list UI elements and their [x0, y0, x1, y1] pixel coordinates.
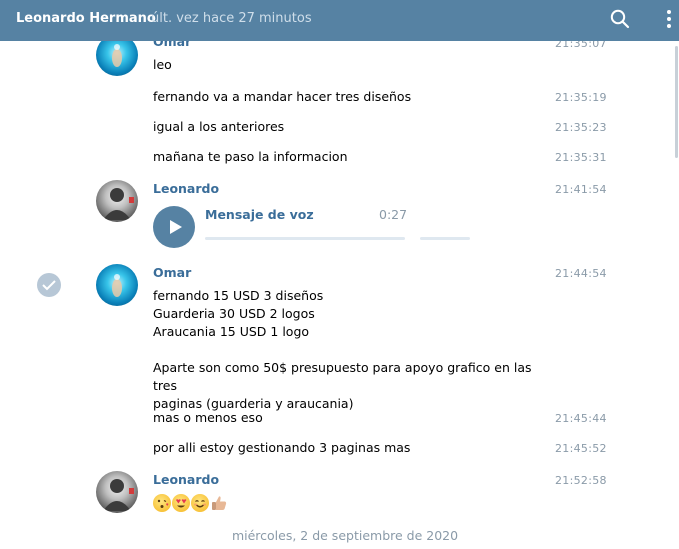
message-time: 21:35:23 [555, 121, 607, 134]
message-text: leo [153, 57, 172, 72]
leonardo-avatar[interactable] [96, 471, 138, 513]
sender-name[interactable]: Omar [153, 265, 191, 280]
message-time: 21:52:58 [555, 474, 607, 487]
emoji-message [153, 494, 228, 514]
message-time: 21:45:52 [555, 442, 607, 455]
message-text: por alli estoy gestionando 3 paginas mas [153, 440, 411, 455]
voice-message-title: Mensaje de voz [205, 207, 314, 222]
search-icon [610, 9, 630, 29]
sender-name[interactable]: Leonardo [153, 472, 219, 487]
omar-avatar[interactable] [96, 264, 138, 306]
message-time: 21:44:54 [555, 267, 607, 280]
select-message-checkbox[interactable] [37, 273, 61, 297]
voice-volume-track[interactable] [420, 237, 470, 240]
message-text: fernando 15 USD 3 diseños Guarderia 30 U… [153, 288, 532, 411]
voice-waveform-track[interactable] [205, 237, 405, 240]
message-time: 21:45:44 [555, 412, 607, 425]
voice-duration: 0:27 [379, 207, 408, 222]
more-options-button[interactable] [662, 8, 676, 30]
kissing-face-emoji [153, 494, 171, 512]
message-text: igual a los anteriores [153, 119, 285, 134]
message-text: mas o menos eso [153, 410, 263, 425]
play-voice-button[interactable] [153, 206, 195, 248]
search-button[interactable] [609, 8, 631, 30]
leonardo-avatar[interactable] [96, 180, 138, 222]
message-time: 21:35:19 [555, 91, 607, 104]
message-time: 21:35:31 [555, 151, 607, 164]
message-text: fernando va a mandar hacer tres diseños [153, 89, 412, 104]
last-seen-status: últ. vez hace 27 minutos [151, 11, 312, 26]
chat-history: Omar 21:35:07 leo fernando va a mandar h… [0, 0, 679, 549]
message-time: 21:41:54 [555, 183, 607, 196]
sender-name[interactable]: Leonardo [153, 181, 219, 196]
check-icon [42, 280, 56, 291]
more-vertical-icon [667, 10, 671, 28]
play-icon [170, 220, 182, 234]
heart-eyes-emoji [172, 494, 190, 512]
smiling-face-emoji [191, 494, 209, 512]
thumbs-up-emoji [210, 494, 228, 512]
message-text: mañana te paso la informacion [153, 149, 348, 164]
contact-name[interactable]: Leonardo Hermano [16, 11, 156, 26]
date-divider: miércoles, 2 de septiembre de 2020 [231, 528, 459, 543]
chat-header: Leonardo Hermano últ. vez hace 27 minuto… [0, 0, 679, 41]
scrollbar-thumb[interactable] [675, 46, 678, 158]
